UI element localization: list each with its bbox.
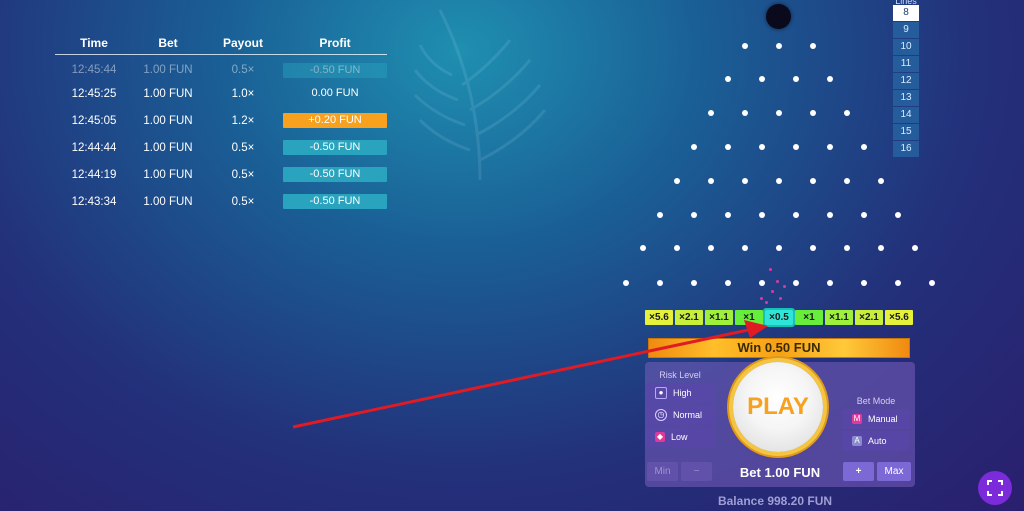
fullscreen-icon [987, 480, 1003, 496]
annotation-arrow [292, 320, 768, 429]
fullscreen-button[interactable] [978, 471, 1012, 505]
